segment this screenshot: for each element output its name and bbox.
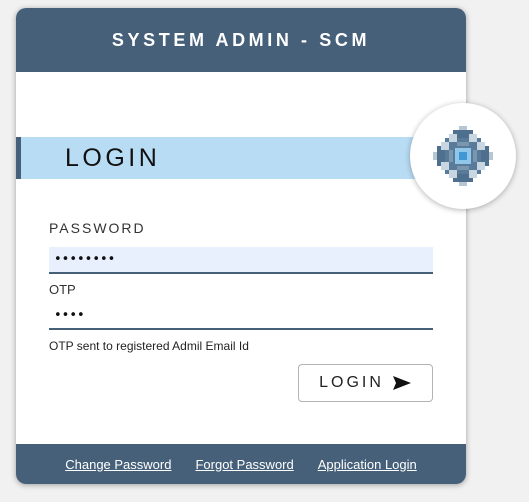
login-title-band: LOGIN	[16, 137, 466, 179]
otp-hint: OTP sent to registered Admil Email Id	[49, 339, 249, 353]
login-heading: LOGIN	[65, 144, 161, 172]
application-login-link[interactable]: Application Login	[318, 457, 417, 472]
login-button-label: LOGIN	[319, 374, 384, 391]
forgot-password-link[interactable]: Forgot Password	[195, 457, 293, 472]
change-password-link[interactable]: Change Password	[65, 457, 171, 472]
login-card: SYSTEM ADMIN - SCM LOGIN PASSWORD OTP OT…	[16, 8, 466, 484]
send-icon	[392, 375, 412, 391]
password-input[interactable]	[49, 247, 433, 274]
login-button[interactable]: LOGIN	[298, 364, 433, 402]
card-header: SYSTEM ADMIN - SCM	[16, 8, 466, 72]
otp-label: OTP	[49, 282, 76, 297]
card-footer: Change Password Forgot Password Applicat…	[16, 444, 466, 484]
password-label: PASSWORD	[49, 220, 146, 236]
otp-input[interactable]	[49, 303, 433, 330]
logo-badge	[410, 103, 516, 209]
app-title: SYSTEM ADMIN - SCM	[111, 30, 371, 50]
